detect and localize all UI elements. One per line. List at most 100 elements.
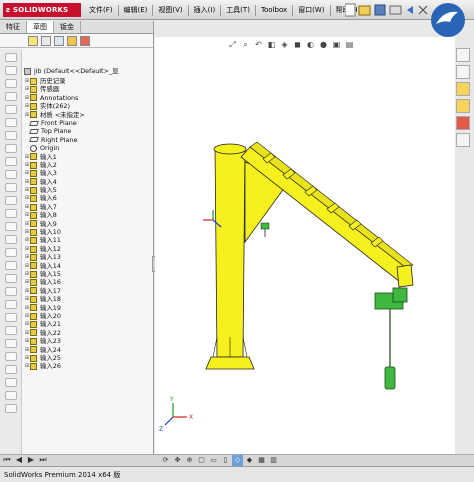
isometric-view-icon[interactable]: ◇ — [232, 455, 243, 466]
move-copy-icon[interactable] — [5, 391, 17, 400]
previous-tab-icon[interactable]: ◀ — [14, 455, 24, 465]
mirror-icon[interactable] — [5, 222, 17, 231]
solidworks-logo[interactable]: ƨ SOLIDWORKS — [3, 3, 81, 17]
fillet-icon[interactable] — [5, 144, 17, 153]
tree-item[interactable]: ⊞ 输入7 — [24, 203, 152, 211]
tree-item[interactable]: ⊞ Annotations — [24, 94, 152, 102]
menu-window[interactable]: 窗口(W) — [293, 4, 329, 17]
design-library-icon[interactable] — [456, 65, 470, 79]
tab-sheet-metal[interactable]: 钣金 — [54, 21, 81, 33]
view-palette-icon[interactable] — [456, 99, 470, 113]
display-manager-icon[interactable] — [80, 36, 90, 46]
wrap-icon[interactable] — [5, 274, 17, 283]
tree-item[interactable]: ⊞ 输入19 — [24, 304, 152, 312]
tree-item[interactable]: ⊞ 材质 <未指定> — [24, 111, 152, 119]
hole-wizard-icon[interactable] — [5, 131, 17, 140]
tab-sketch[interactable]: 草图 — [27, 21, 54, 33]
menu-edit[interactable]: 编辑(E) — [119, 4, 153, 17]
tree-item[interactable]: Origin — [24, 144, 152, 152]
tree-item[interactable]: ⊞ 输入23 — [24, 337, 152, 345]
next-tab-icon[interactable]: ▶ — [26, 455, 36, 465]
open-folder-icon[interactable] — [358, 5, 371, 16]
file-explorer-icon[interactable] — [456, 82, 470, 96]
curves-icon[interactable] — [5, 248, 17, 257]
tab-features[interactable]: 特征 — [0, 21, 27, 33]
instant3d-icon[interactable] — [5, 261, 17, 270]
freeform-icon[interactable] — [5, 326, 17, 335]
shaded-view-icon[interactable]: ◆ — [244, 455, 255, 466]
appearances-icon[interactable] — [456, 116, 470, 130]
tree-item[interactable]: Front Plane — [24, 119, 152, 127]
cut-extrude-icon[interactable] — [5, 118, 17, 127]
tree-item[interactable]: ⊞ 输入3 — [24, 169, 152, 177]
sweep-icon[interactable] — [5, 79, 17, 88]
menu-insert[interactable]: 插入(I) — [189, 4, 221, 17]
save-icon[interactable] — [374, 4, 386, 16]
deform-icon[interactable] — [5, 352, 17, 361]
graphics-area[interactable]: ⤢ ⌕ ↶ ◧ ◈ ◼ ◐ ● ▣ ▤ X Y Z — [155, 37, 455, 465]
tree-item[interactable]: Right Plane — [24, 136, 152, 144]
configuration-manager-icon[interactable] — [54, 36, 64, 46]
top-view-icon[interactable]: ▭ — [208, 455, 219, 466]
tree-item[interactable]: ⊞ 输入12 — [24, 245, 152, 253]
tree-item[interactable]: ⊞ 输入6 — [24, 194, 152, 202]
tree-item[interactable]: ⊞ 输入14 — [24, 262, 152, 270]
tree-item[interactable]: ⊞ 输入4 — [24, 178, 152, 186]
delete-body-icon[interactable] — [5, 404, 17, 413]
rib-icon[interactable] — [5, 170, 17, 179]
combine-icon[interactable] — [5, 378, 17, 387]
property-manager-icon[interactable] — [41, 36, 51, 46]
split-icon[interactable] — [5, 300, 17, 309]
draft-icon[interactable] — [5, 196, 17, 205]
tree-item[interactable]: ⊞ 输入11 — [24, 236, 152, 244]
shell-icon[interactable] — [5, 183, 17, 192]
front-view-icon[interactable]: ▢ — [196, 455, 207, 466]
menu-view[interactable]: 视图(V) — [153, 4, 187, 17]
last-tab-icon[interactable]: ⏭ — [38, 455, 48, 465]
tree-item[interactable]: Top Plane — [24, 127, 152, 135]
feature-tree-icon[interactable] — [28, 36, 38, 46]
wireframe-view-icon[interactable]: ▦ — [256, 455, 267, 466]
rotate-view-icon[interactable]: ⟳ — [160, 455, 171, 466]
tree-item[interactable]: ⊞ 输入1 — [24, 153, 152, 161]
custom-properties-icon[interactable] — [456, 133, 470, 147]
solidworks-resources-icon[interactable] — [456, 48, 470, 62]
revolve-icon[interactable] — [5, 66, 17, 75]
tree-item[interactable]: ⊞ 输入16 — [24, 278, 152, 286]
menu-file[interactable]: 文件(F) — [84, 4, 118, 17]
boundary-icon[interactable] — [5, 105, 17, 114]
linear-pattern-icon[interactable] — [5, 209, 17, 218]
undo-icon[interactable] — [407, 6, 413, 14]
tree-item[interactable]: ⊞ 输入17 — [24, 287, 152, 295]
indent-icon[interactable] — [5, 365, 17, 374]
new-document-icon[interactable] — [345, 3, 356, 17]
first-tab-icon[interactable]: ⏮ — [2, 455, 12, 465]
tree-item[interactable]: ⊞ 输入22 — [24, 329, 152, 337]
right-view-icon[interactable]: ▯ — [220, 455, 231, 466]
flex-icon[interactable] — [5, 339, 17, 348]
section-bottom-icon[interactable]: ▥ — [268, 455, 279, 466]
menu-toolbox[interactable]: Toolbox — [256, 4, 292, 17]
tree-item[interactable]: ⊞ 输入21 — [24, 320, 152, 328]
dimxpert-icon[interactable] — [67, 36, 77, 46]
pan-view-icon[interactable]: ✥ — [172, 455, 183, 466]
tree-item[interactable]: ⊞ 输入26 — [24, 362, 152, 370]
tree-item[interactable]: ⊞ 实体(262) — [24, 102, 152, 110]
tree-item[interactable]: ⊞ 输入24 — [24, 346, 152, 354]
menu-tools[interactable]: 工具(T) — [221, 4, 255, 17]
tree-root[interactable]: jib (Default<<Default>_显 — [24, 66, 152, 76]
select-icon[interactable] — [418, 5, 428, 15]
print-icon[interactable] — [389, 5, 402, 15]
tree-item[interactable]: ⊞ 输入9 — [24, 220, 152, 228]
dome-icon[interactable] — [5, 287, 17, 296]
intersect-icon[interactable] — [5, 313, 17, 322]
chamfer-icon[interactable] — [5, 157, 17, 166]
tree-item[interactable]: ⊞ 传感器 — [24, 85, 152, 93]
zoom-view-icon[interactable]: ⊕ — [184, 455, 195, 466]
extrude-icon[interactable] — [5, 53, 17, 62]
tree-item[interactable]: ⊞ 输入18 — [24, 295, 152, 303]
tree-item[interactable]: ⊞ 输入8 — [24, 211, 152, 219]
loft-icon[interactable] — [5, 92, 17, 101]
tree-item[interactable]: ⊞ 输入13 — [24, 253, 152, 261]
reference-geometry-icon[interactable] — [5, 235, 17, 244]
